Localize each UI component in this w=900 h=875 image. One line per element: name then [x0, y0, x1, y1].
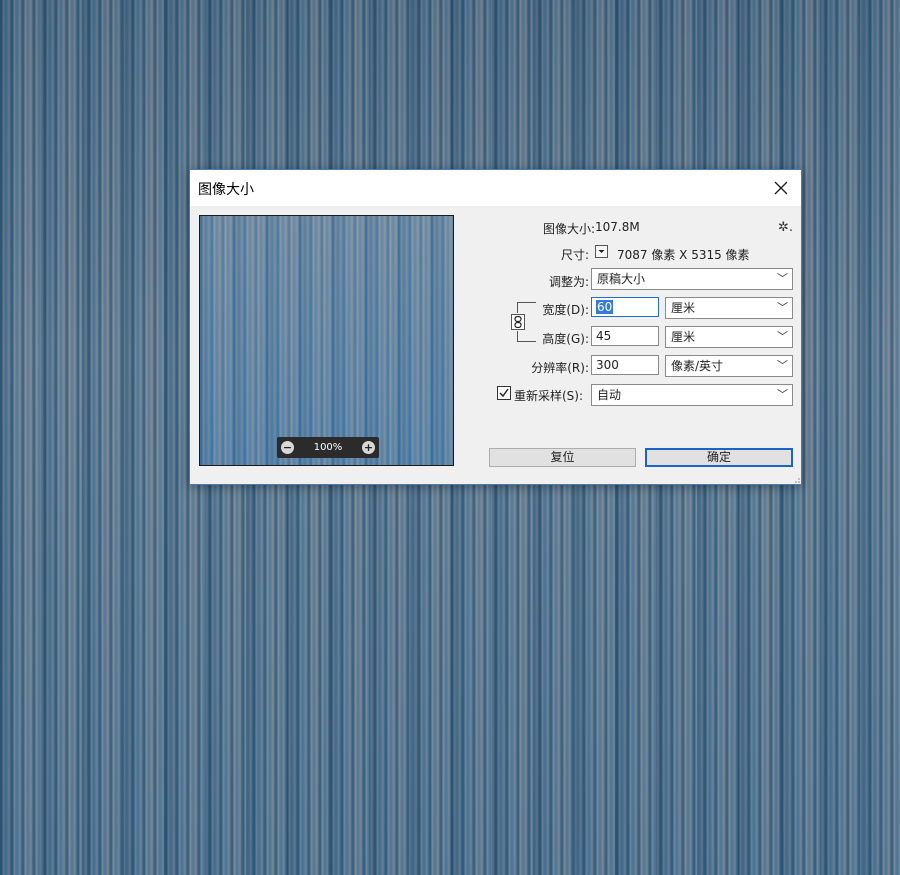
resample-value: 自动	[597, 388, 622, 402]
resize-grip-icon[interactable]	[794, 477, 800, 483]
image-size-value: 107.8M	[595, 220, 640, 234]
resolution-input[interactable]: 300	[591, 355, 659, 375]
resolution-unit: 像素/英寸	[671, 359, 724, 373]
link-bracket-top	[517, 302, 536, 313]
width-value: 60	[596, 300, 614, 314]
ok-button[interactable]: 确定	[645, 448, 793, 467]
chevron-down-icon	[598, 250, 605, 253]
width-label: 宽度(D):	[542, 303, 589, 317]
width-unit-select[interactable]: 厘米 ﹀	[665, 297, 793, 319]
chevron-down-icon: ﹀	[777, 301, 788, 314]
image-size-label: 图像大小:	[542, 222, 595, 236]
gear-icon[interactable]: ✲.	[778, 220, 793, 235]
resample-label: 重新采样(S):	[514, 389, 584, 403]
resample-select[interactable]: 自动 ﹀	[591, 384, 793, 406]
fit-to-label: 调整为:	[548, 275, 589, 289]
resample-checkbox[interactable]	[497, 386, 511, 400]
link-glyph	[514, 316, 522, 328]
resolution-unit-select[interactable]: 像素/英寸 ﹀	[665, 355, 793, 377]
chevron-down-icon: ﹀	[777, 272, 788, 285]
close-button[interactable]	[761, 170, 801, 206]
title-bar: 图像大小	[190, 170, 801, 206]
height-unit-select[interactable]: 厘米 ﹀	[665, 326, 793, 348]
chevron-down-icon: ﹀	[777, 330, 788, 343]
check-icon	[499, 388, 509, 398]
resolution-value: 300	[596, 358, 619, 372]
width-unit: 厘米	[671, 301, 696, 315]
width-input[interactable]: 60	[591, 297, 659, 317]
close-icon	[774, 181, 788, 195]
reset-button[interactable]: 复位	[489, 448, 636, 467]
fit-to-value: 原稿大小	[597, 272, 646, 286]
dimensions-value: 7087 像素 X 5315 像素	[617, 248, 750, 262]
zoom-in-button[interactable]: +	[362, 441, 375, 454]
fit-to-select[interactable]: 原稿大小 ﹀	[591, 268, 793, 290]
link-bracket-bottom	[517, 331, 536, 342]
height-unit: 厘米	[671, 330, 696, 344]
resolution-label: 分辨率(R):	[531, 361, 589, 375]
dialog-title: 图像大小	[198, 182, 254, 198]
height-input[interactable]: 45	[591, 326, 659, 346]
dimensions-unit-dropdown[interactable]	[595, 245, 608, 258]
image-preview[interactable]: − 100% +	[199, 215, 454, 466]
height-label: 高度(G):	[542, 332, 589, 346]
zoom-level: 100%	[313, 442, 343, 453]
preview-image	[200, 216, 453, 465]
chain-link-icon[interactable]	[511, 314, 525, 330]
dimensions-label: 尺寸:	[560, 248, 589, 262]
chevron-down-icon: ﹀	[777, 359, 788, 372]
zoom-control: − 100% +	[277, 437, 379, 458]
zoom-out-button[interactable]: −	[281, 441, 294, 454]
image-size-dialog: 图像大小 − 100% + 图像大小: 107.8M ✲. 尺寸: 7087 像…	[189, 169, 802, 485]
chevron-down-icon: ﹀	[777, 388, 788, 401]
height-value: 45	[596, 329, 612, 343]
